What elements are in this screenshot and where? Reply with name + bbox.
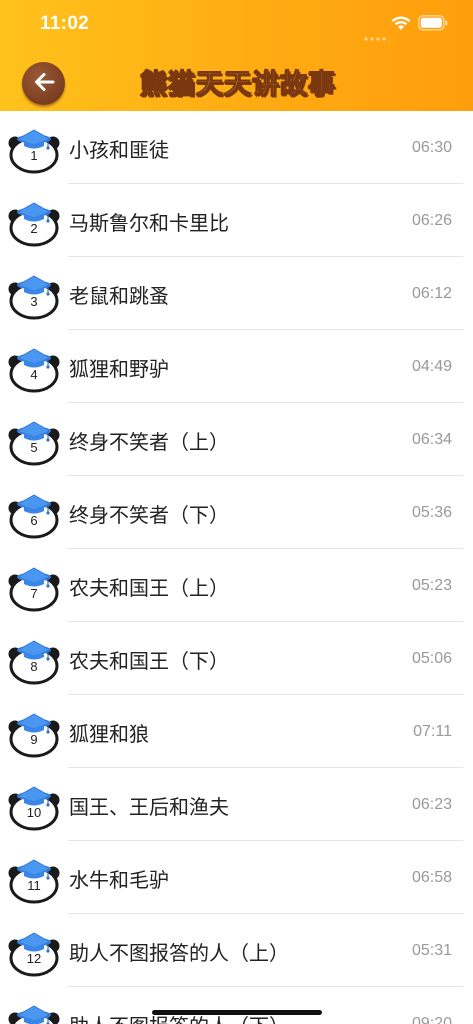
panda-scholar-icon: 13	[7, 999, 61, 1024]
story-row[interactable]: 2 马斯鲁尔和卡里比 06:26	[0, 184, 473, 257]
story-row[interactable]: 13助人不图报答的人（下）09:20	[0, 987, 473, 1024]
page-title: 熊猫天天讲故事	[140, 69, 336, 101]
panda-scholar-icon: 7	[7, 561, 61, 613]
story-row[interactable]: 1 小孩和匪徒 06:30	[0, 111, 473, 184]
story-row[interactable]: 5 终身不笑者（上） 06:34	[0, 403, 473, 476]
story-title: 终身不笑者（上）	[69, 430, 229, 454]
story-duration: 05:23	[411, 577, 452, 594]
cellular-signal-icon	[364, 27, 386, 46]
panda-scholar-icon: 4	[7, 342, 61, 394]
story-row[interactable]: 3 老鼠和跳蚤 06:12	[0, 257, 473, 330]
panda-scholar-icon: 1	[7, 123, 61, 175]
story-duration: 06:26	[411, 212, 452, 229]
story-duration: 07:11	[413, 723, 452, 740]
story-number: 2	[30, 221, 38, 236]
story-duration: 06:12	[411, 285, 452, 302]
story-number: 7	[30, 586, 38, 601]
story-duration: 04:49	[411, 358, 452, 375]
arrow-left-icon	[33, 72, 55, 96]
panda-scholar-icon: 10	[7, 780, 61, 832]
story-number: 11	[27, 878, 41, 893]
story-list: 1 小孩和匪徒 06:30 2 马斯鲁尔和卡里比 06:26 3 老鼠和跳蚤 06:12 4…	[0, 111, 473, 1024]
panda-scholar-icon: 5	[7, 415, 61, 467]
story-row[interactable]: 12 助人不图报答的人（上） 05:31	[0, 914, 473, 987]
story-duration: 05:36	[411, 504, 452, 521]
panda-scholar-icon: 2	[7, 196, 61, 248]
story-duration: 06:23	[411, 796, 452, 813]
story-title: 狐狸和野驴	[69, 357, 169, 381]
story-row[interactable]: 11 水牛和毛驴 06:58	[0, 841, 473, 914]
panda-scholar-icon: 3	[7, 269, 61, 321]
panda-scholar-icon: 12	[7, 926, 61, 978]
panda-scholar-icon: 9	[7, 707, 61, 759]
story-number: 10	[26, 805, 42, 820]
story-title: 国王、王后和渔夫	[69, 795, 229, 819]
panda-scholar-icon: 8	[7, 634, 61, 686]
status-bar: 11:02	[0, 0, 473, 48]
story-row[interactable]: 8 农夫和国王（下） 05:06	[0, 622, 473, 695]
panda-scholar-icon: 11	[7, 853, 61, 905]
story-duration: 09:20	[411, 1015, 452, 1024]
story-number: 3	[30, 294, 38, 309]
story-title: 终身不笑者（下）	[69, 503, 229, 527]
header-bar: 11:02 熊猫天天讲故事	[0, 0, 473, 111]
back-button[interactable]	[22, 62, 65, 105]
story-title: 助人不图报答的人（上）	[69, 941, 289, 965]
story-title: 农夫和国王（下）	[69, 649, 229, 673]
battery-icon	[418, 15, 448, 35]
status-time: 11:02	[40, 13, 90, 34]
story-title: 马斯鲁尔和卡里比	[69, 211, 229, 235]
story-row[interactable]: 6 终身不笑者（下） 05:36	[0, 476, 473, 549]
story-number: 12	[26, 951, 42, 966]
story-row[interactable]: 4 狐狸和野驴 04:49	[0, 330, 473, 403]
story-row[interactable]: 7 农夫和国王（上） 05:23	[0, 549, 473, 622]
wifi-icon	[391, 16, 411, 35]
panda-scholar-icon: 6	[7, 488, 61, 540]
story-number: 9	[30, 732, 38, 747]
story-number: 5	[30, 440, 38, 455]
story-title: 老鼠和跳蚤	[69, 284, 169, 308]
story-duration: 05:06	[411, 650, 452, 667]
story-row[interactable]: 9 狐狸和狼 07:11	[0, 695, 473, 768]
story-title: 小孩和匪徒	[69, 138, 169, 162]
story-title: 狐狸和狼	[69, 722, 149, 746]
story-title: 水牛和毛驴	[69, 868, 169, 892]
story-duration: 05:31	[411, 942, 452, 959]
home-indicator	[152, 1010, 322, 1015]
story-title: 农夫和国王（上）	[69, 576, 229, 600]
story-number: 8	[30, 659, 38, 674]
story-number: 4	[30, 367, 38, 382]
story-duration: 06:30	[411, 139, 452, 156]
story-duration: 06:58	[411, 869, 452, 886]
story-number: 1	[30, 148, 38, 163]
story-duration: 06:34	[411, 431, 452, 448]
story-number: 6	[30, 513, 38, 528]
story-row[interactable]: 10 国王、王后和渔夫 06:23	[0, 768, 473, 841]
